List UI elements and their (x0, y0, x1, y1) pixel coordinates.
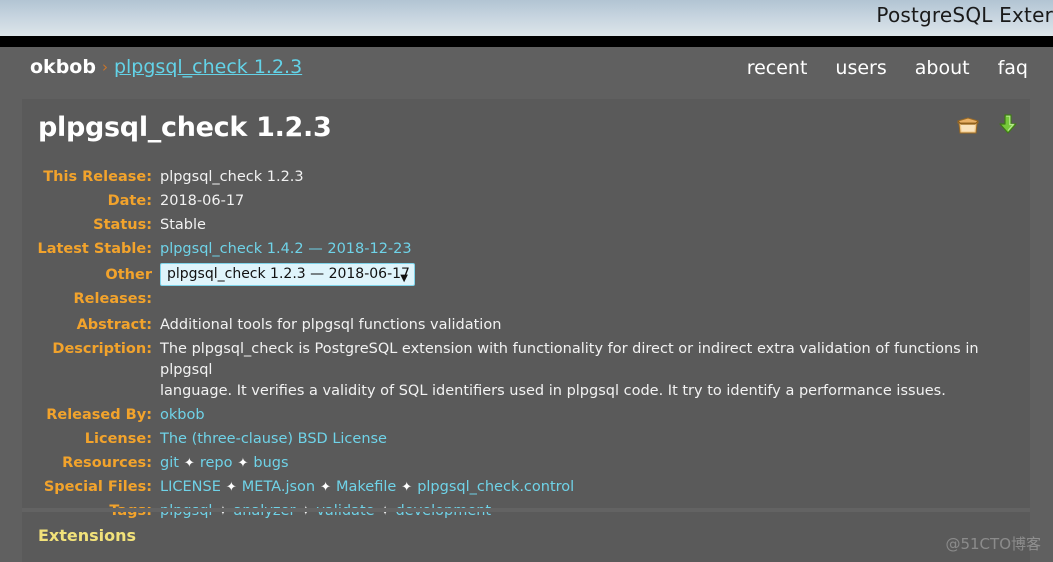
resource-link-git[interactable]: git (160, 455, 179, 471)
breadcrumb-current-link[interactable]: plpgsql_check 1.2.3 (114, 56, 302, 78)
meta-label-released-by: Released By: (46, 407, 152, 423)
meta-value-date: 2018-06-17 (160, 193, 245, 209)
meta-label-license: License: (84, 431, 152, 447)
resource-link-repo[interactable]: repo (200, 455, 233, 471)
breadcrumb-separator-icon: › (101, 58, 108, 76)
license-link[interactable]: The (three-clause) BSD License (160, 431, 387, 447)
special-file-link-meta-json[interactable]: META.json (242, 479, 315, 495)
meta-row-other-releases: Other Releases: plpgsql_check 1.2.3 — 20… (22, 263, 1030, 311)
meta-value-description: The plpgsql_check is PostgreSQL extensio… (160, 339, 1030, 402)
release-metadata-table: This Release: plpgsql_check 1.2.3 Date: … (22, 167, 1030, 525)
meta-row-resources: Resources: git ✦ repo ✦ bugs (22, 453, 1030, 474)
meta-row-released-by: Released By: okbob (22, 405, 1030, 426)
description-line-1: The plpgsql_check is PostgreSQL extensio… (160, 341, 979, 378)
meta-value-special-files: LICENSE ✦ META.json ✦ Makefile ✦ plpgsql_check… (160, 477, 1030, 498)
meta-row-special-files: Special Files: LICENSE ✦ META.json ✦ Makefil… (22, 477, 1030, 498)
special-file-link-license[interactable]: LICENSE (160, 479, 221, 495)
meta-label-date: Date: (107, 193, 152, 209)
meta-label-abstract: Abstract: (76, 317, 152, 333)
meta-value-this-release: plpgsql_check 1.2.3 (160, 169, 304, 185)
released-by-link[interactable]: okbob (160, 407, 205, 423)
meta-value-resources: git ✦ repo ✦ bugs (160, 453, 1030, 474)
meta-row-this-release: This Release: plpgsql_check 1.2.3 (22, 167, 1030, 188)
breadcrumb-user-link[interactable]: okbob (30, 56, 96, 78)
resource-link-bugs[interactable]: bugs (253, 455, 288, 471)
meta-label-status: Status: (93, 217, 152, 233)
meta-value-released-by: okbob (160, 405, 1030, 426)
nav-links: recent users about faq (719, 57, 1028, 79)
star-separator-icon: ✦ (237, 456, 249, 471)
meta-value-latest-stable: plpgsql_check 1.4.2 — 2018-12-23 (160, 239, 1030, 260)
download-arrow-icon[interactable] (998, 113, 1018, 135)
nav-link-faq[interactable]: faq (998, 57, 1028, 79)
star-separator-icon: ✦ (225, 480, 237, 495)
star-separator-icon: ✦ (183, 456, 195, 471)
nav-link-recent[interactable]: recent (747, 57, 808, 79)
other-releases-select-wrap: plpgsql_check 1.2.3 — 2018-06-17 ▼ (160, 263, 415, 286)
browser-topbar: PostgreSQL Exter (0, 0, 1053, 36)
meta-row-description: Description: The plpgsql_check is Postgr… (22, 339, 1030, 402)
meta-row-license: License: The (three-clause) BSD License (22, 429, 1030, 450)
page-title: plpgsql_check 1.2.3 (38, 112, 332, 143)
meta-row-abstract: Abstract: Additional tools for plpgsql f… (22, 315, 1030, 336)
site-title: PostgreSQL Exter (876, 3, 1053, 27)
meta-label-special-files: Special Files: (43, 479, 152, 495)
meta-value-license: The (three-clause) BSD License (160, 429, 1030, 450)
breadcrumb: okbob › plpgsql_check 1.2.3 (30, 56, 302, 78)
meta-label-resources: Resources: (62, 455, 152, 471)
meta-label-this-release: This Release: (43, 169, 152, 185)
meta-row-status: Status: Stable (22, 215, 1030, 236)
page-root: PostgreSQL Exter okbob › plpgsql_check 1.2… (0, 0, 1053, 562)
meta-row-date: Date: 2018-06-17 (22, 191, 1030, 212)
meta-value-other-releases: plpgsql_check 1.2.3 — 2018-06-17 ▼ (160, 263, 1030, 286)
other-releases-select[interactable]: plpgsql_check 1.2.3 — 2018-06-17 (160, 263, 415, 286)
site-navbar: okbob › plpgsql_check 1.2.3 recent users abo… (0, 47, 1053, 99)
latest-stable-link[interactable]: plpgsql_check 1.4.2 — 2018-12-23 (160, 241, 412, 257)
meta-value-status: Stable (160, 217, 206, 233)
description-line-2: language. It verifies a validity of SQL … (160, 383, 946, 399)
nav-link-users[interactable]: users (835, 57, 886, 79)
meta-value-abstract: Additional tools for plpgsql functions v… (160, 317, 502, 333)
meta-label-latest-stable: Latest Stable: (37, 241, 152, 257)
nav-link-about[interactable]: about (915, 57, 970, 79)
special-file-link-makefile[interactable]: Makefile (336, 479, 396, 495)
meta-label-description: Description: (52, 341, 152, 357)
extensions-section-heading: Extensions (38, 526, 137, 545)
star-separator-icon: ✦ (401, 480, 413, 495)
star-separator-icon: ✦ (320, 480, 331, 495)
section-divider (22, 508, 1030, 512)
watermark: @51CTO博客 (945, 535, 1041, 553)
package-box-icon[interactable] (956, 114, 980, 135)
special-file-link-control[interactable]: plpgsql_check.control (417, 479, 574, 495)
title-action-icons (956, 113, 1018, 135)
content-panel: plpgsql_check 1.2.3 This Release: plpgsq… (22, 99, 1030, 562)
meta-row-latest-stable: Latest Stable: plpgsql_check 1.4.2 — 201… (22, 239, 1030, 260)
meta-label-other-releases: Other Releases: (73, 267, 152, 307)
